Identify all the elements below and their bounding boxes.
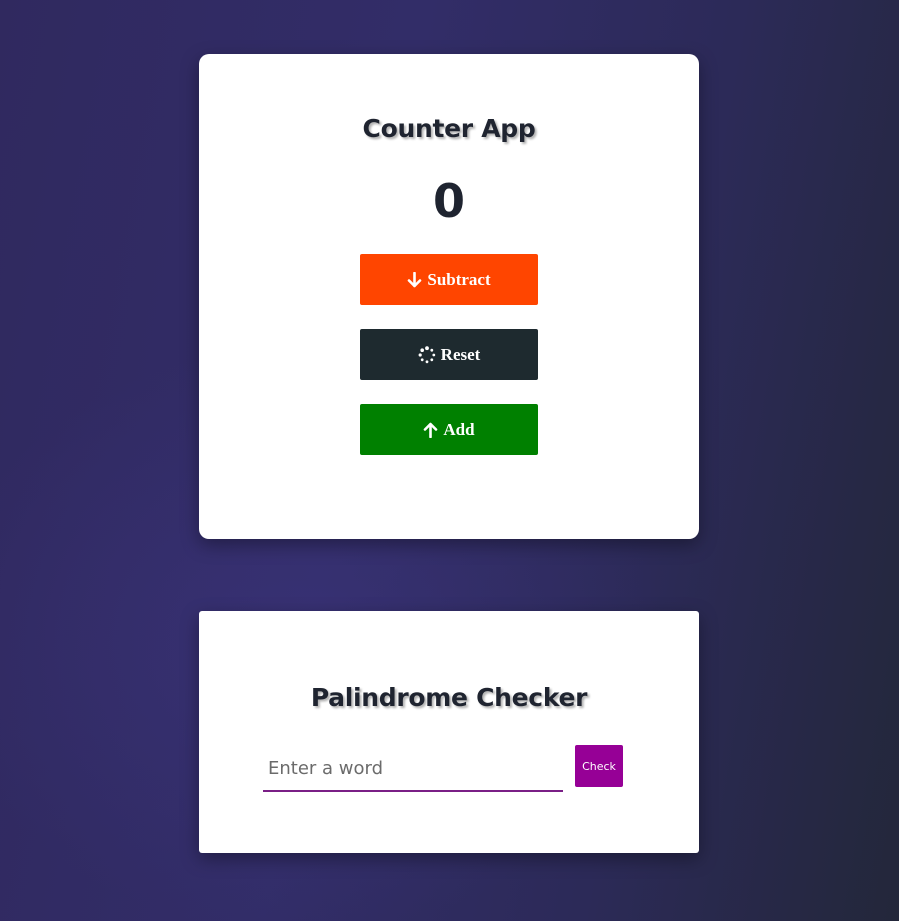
- subtract-label: Subtract: [427, 269, 491, 289]
- word-input[interactable]: [263, 746, 563, 792]
- check-button[interactable]: Check: [575, 745, 623, 787]
- arrow-up-icon: [423, 422, 438, 438]
- add-button[interactable]: Add: [360, 404, 538, 455]
- spinner-icon: [418, 345, 436, 364]
- add-label: Add: [443, 419, 475, 439]
- palindrome-title: Palindrome Checker: [310, 683, 588, 712]
- arrow-down-icon: [407, 271, 422, 288]
- subtract-button[interactable]: Subtract: [360, 254, 538, 305]
- palindrome-card: Palindrome Checker Check: [199, 611, 699, 853]
- reset-button[interactable]: Reset: [360, 329, 538, 380]
- reset-label: Reset: [440, 344, 481, 364]
- counter-card: Counter App 0 Subtract Reset Add: [199, 54, 699, 539]
- counter-value: 0: [432, 174, 465, 228]
- counter-title: Counter App: [362, 114, 536, 143]
